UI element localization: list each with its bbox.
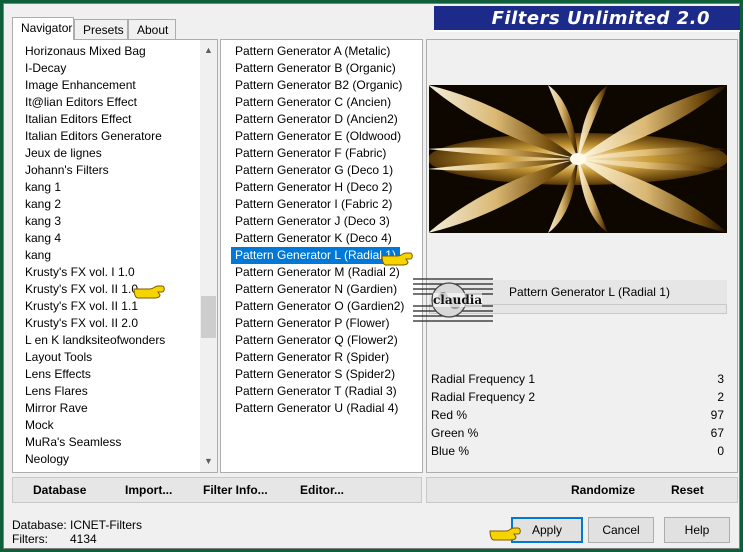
filter-item[interactable]: Pattern Generator S (Spider2) [231, 366, 399, 383]
filter-item[interactable]: Pattern Generator H (Deco 2) [231, 179, 396, 196]
reset-button[interactable]: Reset [671, 483, 704, 503]
filter-item[interactable]: Pattern Generator G (Deco 1) [231, 162, 397, 179]
database-button[interactable]: Database [33, 483, 86, 503]
filter-item[interactable]: Pattern Generator K (Deco 4) [231, 230, 396, 247]
parameter-label: Red % [431, 408, 468, 422]
filters-unlimited-window: Filters Unlimited 2.0 Navigator Presets … [3, 3, 740, 549]
pointing-hand-icon [489, 527, 521, 541]
filter-item[interactable]: Pattern Generator N (Gardien) [231, 281, 401, 298]
category-item[interactable]: Italian Editors Effect [21, 111, 201, 128]
parameter-row[interactable]: Blue % 0 [429, 442, 728, 460]
category-item[interactable]: Italian Editors Generatore [21, 128, 201, 145]
category-scrollbar[interactable]: ▲ ▼ [200, 40, 217, 472]
category-item[interactable]: Mirror Rave [21, 400, 201, 417]
window-title: Filters Unlimited 2.0 [491, 8, 710, 29]
help-button[interactable]: Help [664, 517, 730, 543]
filters-value: 4134 [70, 532, 97, 546]
category-item[interactable]: Lens Effects [21, 366, 201, 383]
parameter-row[interactable]: Radial Frequency 2 2 [429, 388, 728, 406]
title-banner: Filters Unlimited 2.0 [434, 6, 740, 32]
tab-about[interactable]: About [128, 19, 176, 39]
cancel-button[interactable]: Cancel [588, 517, 654, 543]
outer-frame: Filters Unlimited 2.0 Navigator Presets … [0, 0, 743, 552]
parameter-value: 97 [710, 408, 724, 422]
filter-item-selected[interactable]: Pattern Generator L (Radial 1) [231, 247, 400, 264]
parameter-label: Radial Frequency 1 [431, 372, 536, 386]
filter-item[interactable]: Pattern Generator M (Radial 2) [231, 264, 404, 281]
parameter-label: Blue % [431, 444, 470, 458]
category-item[interactable]: Lens Flares [21, 383, 201, 400]
watermark-text: claudia [433, 293, 483, 307]
randomize-button[interactable]: Randomize [571, 483, 635, 503]
current-filter-name: Pattern Generator L (Radial 1) [509, 285, 670, 299]
filter-item[interactable]: Pattern Generator O (Gardien2) [231, 298, 408, 315]
parameter-label: Radial Frequency 2 [431, 390, 536, 404]
category-item[interactable]: Layout Tools [21, 349, 201, 366]
preview-panel: Pattern Generator L (Radial 1) claudia R… [413, 39, 738, 473]
filter-preview-image [429, 85, 727, 233]
category-item[interactable]: L en K landksiteofwonders [21, 332, 201, 349]
import-button[interactable]: Import... [125, 483, 172, 503]
scroll-thumb[interactable] [201, 296, 216, 338]
filter-item[interactable]: Pattern Generator I (Fabric 2) [231, 196, 396, 213]
category-item[interactable]: kang [21, 247, 201, 264]
category-item[interactable]: Krusty's FX vol. II 1.0 [21, 281, 201, 298]
category-list[interactable]: Horizonaus Mixed Bag I-Decay Image Enhance… [21, 43, 201, 471]
filter-item[interactable]: Pattern Generator F (Fabric) [231, 145, 390, 162]
category-item[interactable]: Horizonaus Mixed Bag [21, 43, 201, 60]
parameter-value: 2 [717, 390, 724, 404]
category-item[interactable]: Mock [21, 417, 201, 434]
database-value: ICNET-Filters [70, 518, 142, 532]
filter-item[interactable]: Pattern Generator C (Ancien) [231, 94, 395, 111]
parameter-row[interactable]: Green % 67 [429, 424, 728, 442]
category-item[interactable]: Image Enhancement [21, 77, 201, 94]
parameter-value: 67 [710, 426, 724, 440]
category-item[interactable]: kang 3 [21, 213, 201, 230]
filter-item[interactable]: Pattern Generator E (Oldwood) [231, 128, 405, 145]
category-item[interactable]: It@lian Editors Effect [21, 94, 201, 111]
category-item[interactable]: Krusty's FX vol. II 1.1 [21, 298, 201, 315]
parameter-list: Radial Frequency 1 3 Radial Frequency 2 2 Re… [429, 370, 728, 470]
category-item[interactable]: kang 2 [21, 196, 201, 213]
pointing-hand-icon [381, 252, 413, 266]
parameter-label: Green % [431, 426, 479, 440]
category-item[interactable]: kang 1 [21, 179, 201, 196]
category-item[interactable]: Jeux de lignes [21, 145, 201, 162]
scroll-up-icon[interactable]: ▲ [200, 42, 217, 59]
filter-item[interactable]: Pattern Generator R (Spider) [231, 349, 393, 366]
filter-item[interactable]: Pattern Generator J (Deco 3) [231, 213, 394, 230]
category-item[interactable]: Krusty's FX vol. I 1.0 [21, 264, 201, 281]
filter-item[interactable]: Pattern Generator T (Radial 3) [231, 383, 401, 400]
parameter-row[interactable]: Red % 97 [429, 406, 728, 424]
right-toolbar: Randomize Reset [426, 477, 738, 503]
filter-item[interactable]: Pattern Generator B2 (Organic) [231, 77, 406, 94]
filter-item[interactable]: Pattern Generator Q (Flower2) [231, 332, 402, 349]
filter-info-button[interactable]: Filter Info... [203, 483, 268, 503]
scroll-down-icon[interactable]: ▼ [200, 453, 217, 470]
parameter-value: 3 [717, 372, 724, 386]
category-item[interactable]: kang 4 [21, 230, 201, 247]
filter-item[interactable]: Pattern Generator B (Organic) [231, 60, 400, 77]
category-item[interactable]: Krusty's FX vol. II 2.0 [21, 315, 201, 332]
filter-item[interactable]: Pattern Generator U (Radial 4) [231, 400, 402, 417]
filter-item[interactable]: Pattern Generator A (Metalic) [231, 43, 394, 60]
watermark-logo: claudia [413, 275, 493, 325]
tab-navigator[interactable]: Navigator [12, 17, 74, 40]
filter-item[interactable]: Pattern Generator D (Ancien2) [231, 111, 402, 128]
category-item[interactable]: Neology [21, 451, 201, 468]
category-panel: Horizonaus Mixed Bag I-Decay Image Enhance… [12, 39, 218, 473]
filters-label: Filters: [12, 532, 48, 546]
category-item[interactable]: MuRa's Seamless [21, 434, 201, 451]
parameter-value: 0 [717, 444, 724, 458]
left-toolbar: Database Import... Filter Info... Editor… [12, 477, 422, 503]
category-item[interactable]: Johann's Filters [21, 162, 201, 179]
filter-item[interactable]: Pattern Generator P (Flower) [231, 315, 394, 332]
parameter-row[interactable]: Radial Frequency 1 3 [429, 370, 728, 388]
database-label: Database: [12, 518, 67, 532]
pointing-hand-icon [133, 285, 165, 299]
tab-presets[interactable]: Presets [74, 19, 128, 39]
category-item[interactable]: I-Decay [21, 60, 201, 77]
editor-button[interactable]: Editor... [300, 483, 344, 503]
